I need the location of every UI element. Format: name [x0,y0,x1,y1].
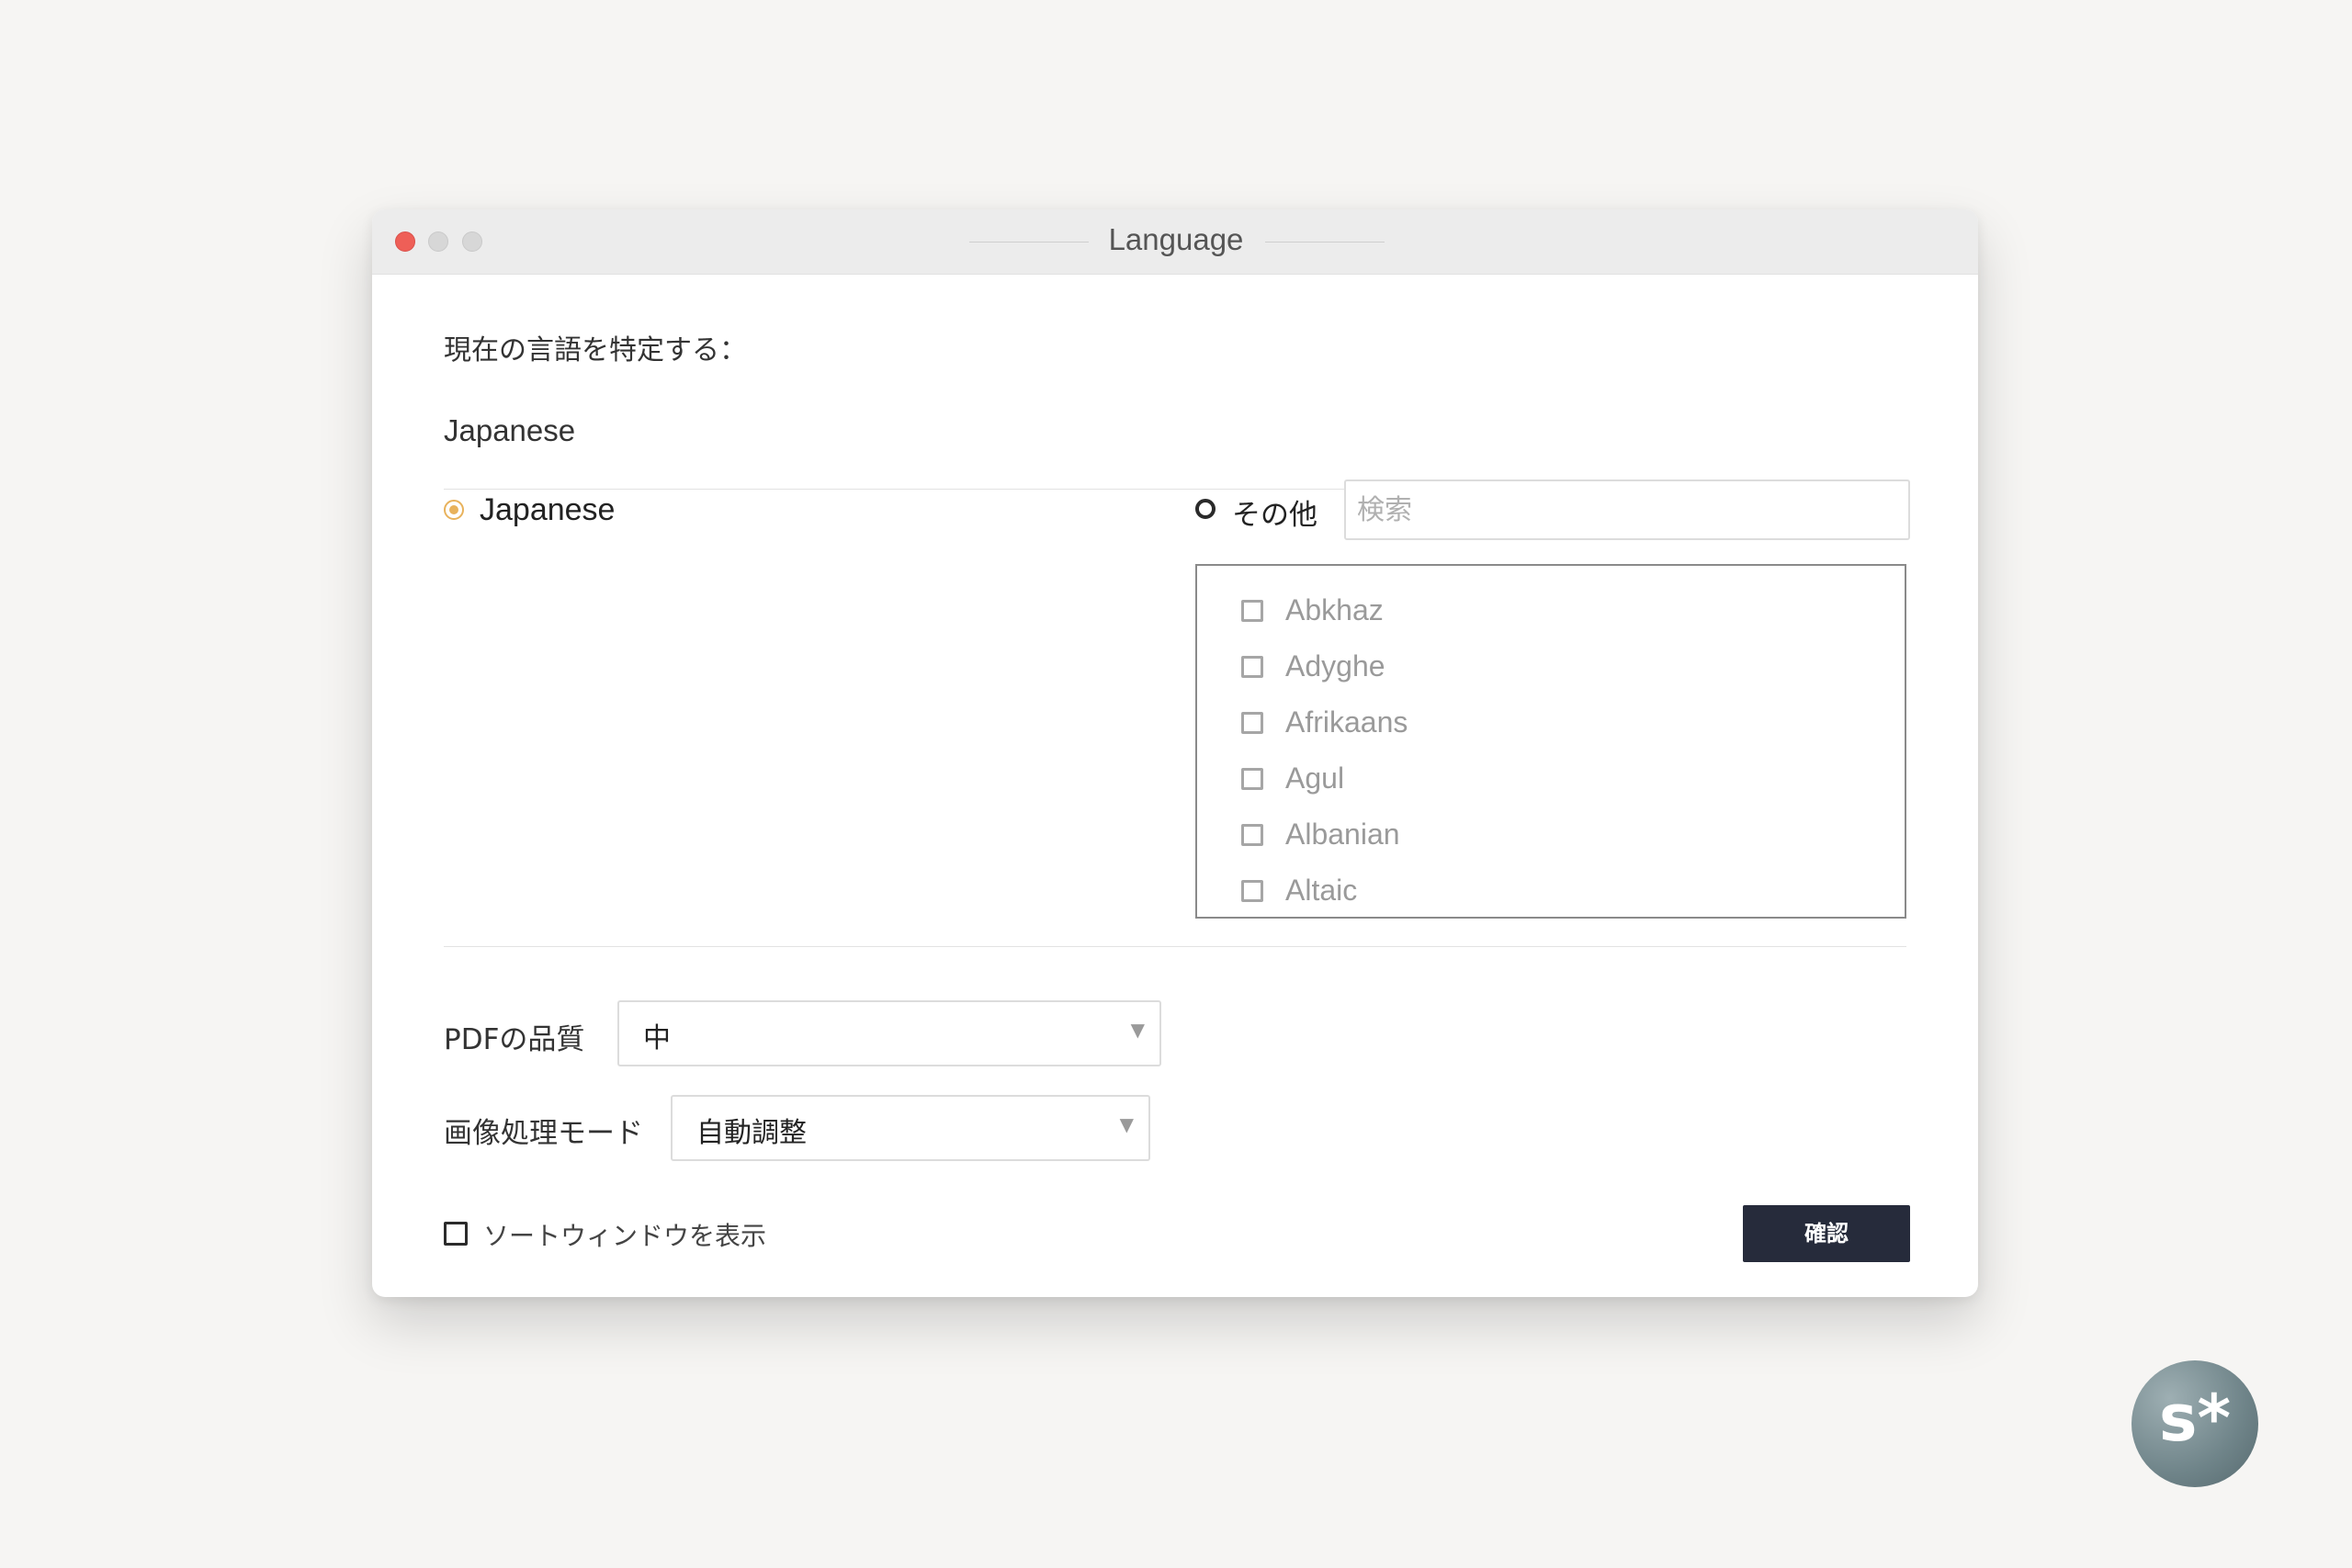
app-badge-logo[interactable]: s* [2132,1360,2258,1487]
title-divider-left [969,242,1089,243]
language-checkbox[interactable] [1241,824,1263,846]
badge-logo-text: s* [2158,1381,2232,1456]
minimize-window-button[interactable] [428,231,448,252]
language-name: Afrikaans [1285,705,1408,739]
language-checkbox[interactable] [1241,880,1263,902]
language-search-input[interactable] [1344,479,1910,540]
pdf-quality-label: PDFの品質 [444,1023,585,1056]
language-checkbox[interactable] [1241,600,1263,622]
japanese-radio[interactable] [444,500,464,520]
other-language-radio-label[interactable]: その他 [1232,491,1317,533]
maximize-window-button[interactable] [462,231,482,252]
image-mode-value: 自動調整 [696,1117,807,1149]
pdf-quality-select[interactable]: 中 ▼ [617,1000,1161,1066]
language-name: Adyghe [1285,649,1385,682]
japanese-radio-label[interactable]: Japanese [480,492,615,528]
language-name: Altaic [1285,874,1358,907]
title-bar[interactable]: Language [372,209,1978,275]
window-title: Language [1108,222,1244,256]
chevron-down-icon: ▼ [1130,1019,1145,1041]
language-name: Abkhaz [1285,593,1384,626]
show-sort-window-label[interactable]: ソートウィンドウを表示 [483,1216,766,1253]
close-window-button[interactable] [395,231,415,252]
image-mode-label: 画像処理モード [444,1117,643,1150]
detect-language-hint: 現在の言語を特定する： [444,334,747,367]
settings-divider [444,946,1906,947]
language-list[interactable]: Abkhaz Adyghe Afrikaans Agul Albanian Al… [1195,564,1906,919]
image-mode-select[interactable]: 自動調整 ▼ [671,1095,1150,1161]
current-language-label: Japanese [444,413,576,447]
language-checkbox[interactable] [1241,656,1263,678]
title-divider-right [1265,242,1385,243]
language-dialog: Language 現在の言語を特定する： Japanese Japanese そ… [372,209,1978,1297]
show-sort-window-checkbox[interactable] [444,1222,468,1246]
other-language-radio[interactable] [1195,499,1216,519]
pdf-quality-value: 中 [643,1022,671,1055]
language-name: Agul [1285,761,1345,795]
language-checkbox[interactable] [1241,712,1263,734]
language-name: Albanian [1285,818,1400,851]
confirm-button[interactable]: 確認 [1743,1205,1910,1262]
language-checkbox[interactable] [1241,768,1263,790]
chevron-down-icon: ▼ [1119,1113,1134,1135]
